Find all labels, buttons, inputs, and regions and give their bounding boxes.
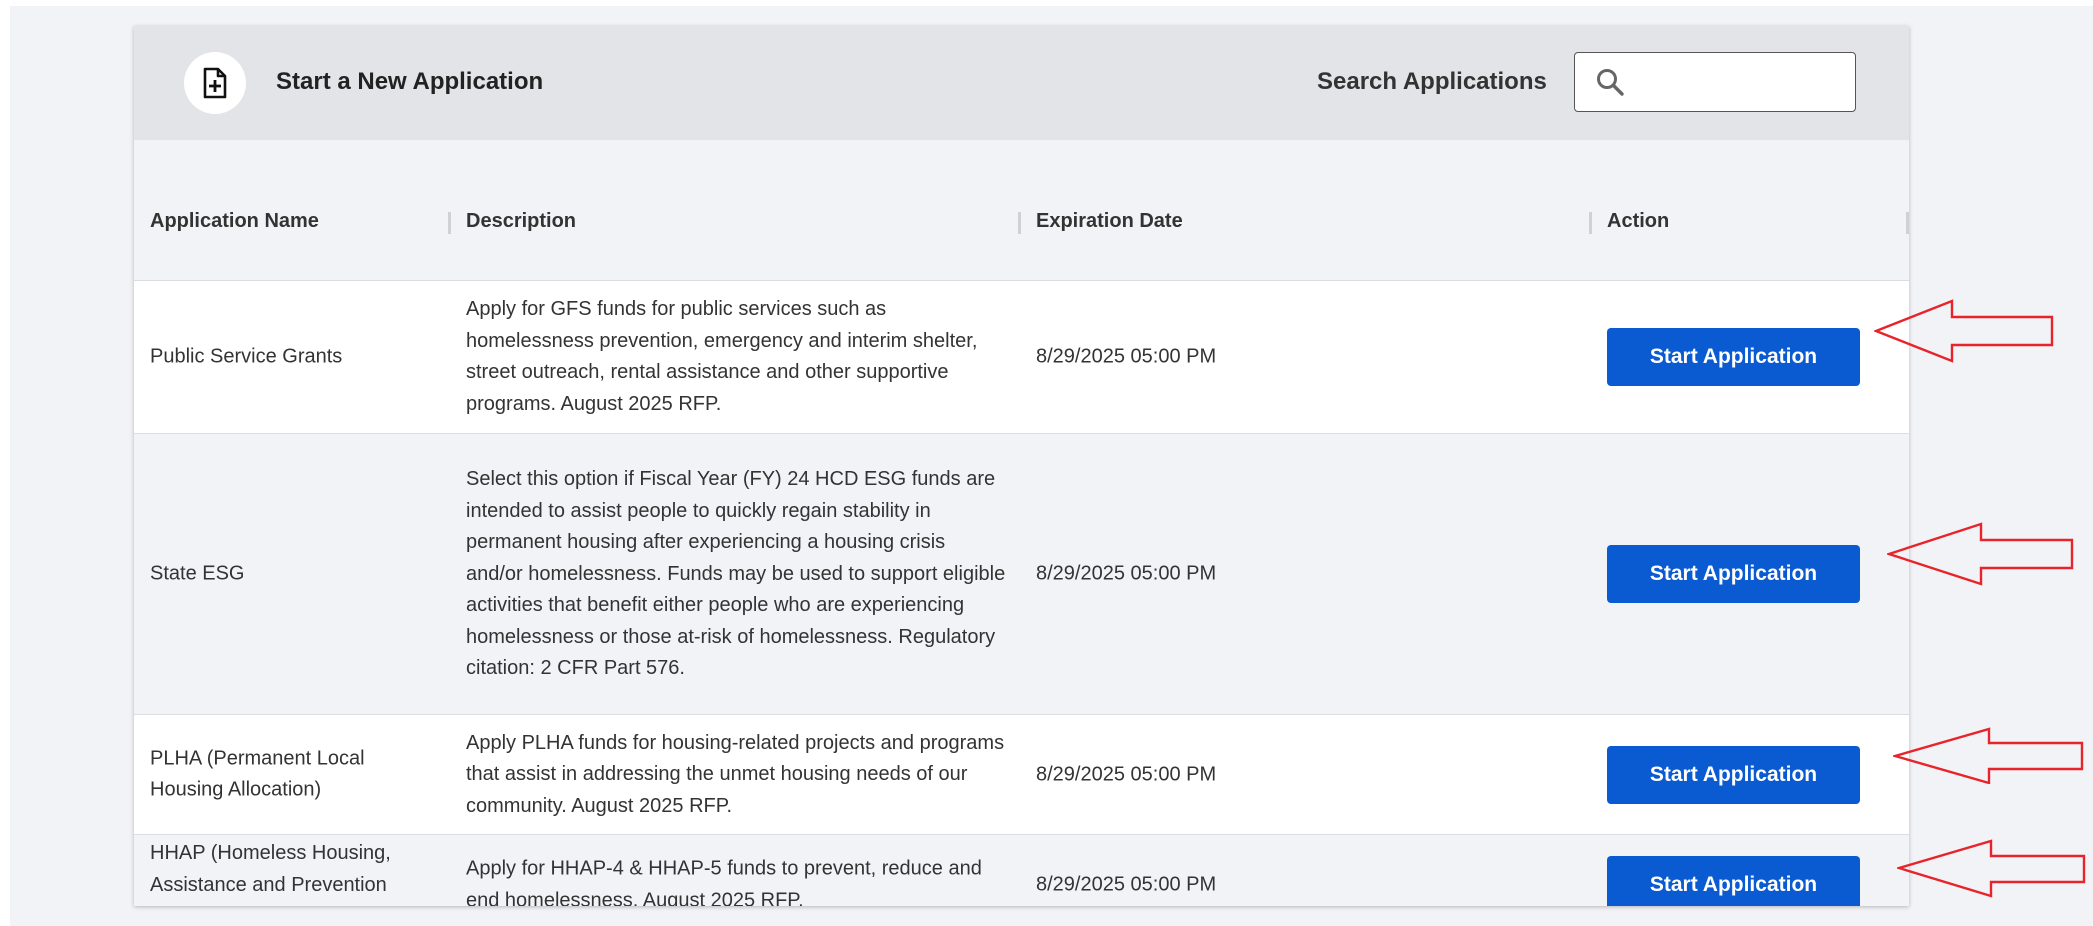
- application-description: Apply PLHA funds for housing-related pro…: [466, 731, 1005, 817]
- search-label: Search Applications: [1317, 68, 1547, 95]
- left-arrow-annotation-icon: [1887, 522, 2074, 586]
- start-application-button[interactable]: Start Application: [1607, 545, 1860, 603]
- left-arrow-annotation-icon: [1893, 727, 2084, 784]
- search-icon: [1597, 69, 1624, 96]
- table-row: State ESG Select this option if Fiscal Y…: [134, 434, 1909, 715]
- column-resize-handle[interactable]: [1589, 212, 1592, 234]
- start-application-button[interactable]: Start Application: [1607, 856, 1860, 906]
- expiration-date: 8/29/2025 05:00 PM: [1036, 562, 1217, 585]
- application-name: PLHA (Permanent Local Housing Allocation…: [150, 747, 365, 801]
- left-arrow-annotation-icon: [1874, 299, 2054, 363]
- expiration-date: 8/29/2025 05:00 PM: [1036, 345, 1217, 368]
- left-arrow-annotation-icon: [1897, 839, 2086, 898]
- table-row: HHAP (Homeless Housing, Assistance and P…: [134, 835, 1909, 906]
- expiration-date: 8/29/2025 05:00 PM: [1036, 873, 1217, 896]
- table-row: Public Service Grants Apply for GFS fund…: [134, 281, 1909, 434]
- application-description: Select this option if Fiscal Year (FY) 2…: [466, 467, 1006, 679]
- table-row: PLHA (Permanent Local Housing Allocation…: [134, 715, 1909, 835]
- application-name: State ESG: [150, 562, 245, 585]
- new-application-icon-badge[interactable]: [184, 52, 246, 114]
- column-header-application-name[interactable]: Application Name: [150, 210, 319, 233]
- column-header-action[interactable]: Action: [1607, 210, 1669, 233]
- search-input[interactable]: [1641, 63, 1845, 103]
- start-application-button[interactable]: Start Application: [1607, 745, 1860, 804]
- column-resize-handle[interactable]: [1906, 212, 1909, 234]
- table-header: Application Name Description Expiration …: [134, 140, 1909, 281]
- file-plus-icon: [203, 67, 227, 99]
- column-resize-handle[interactable]: [448, 212, 451, 234]
- application-description: Apply for HHAP-4 & HHAP-5 funds to preve…: [466, 857, 982, 907]
- search-box[interactable]: [1574, 52, 1856, 112]
- column-header-expiration-date[interactable]: Expiration Date: [1036, 210, 1183, 233]
- column-header-description[interactable]: Description: [466, 210, 576, 233]
- application-description: Apply for GFS funds for public services …: [466, 298, 978, 415]
- applications-card: Start a New Application Search Applicati…: [134, 26, 1909, 906]
- start-application-button[interactable]: Start Application: [1607, 328, 1860, 386]
- column-resize-handle[interactable]: [1018, 212, 1021, 234]
- application-name: Public Service Grants: [150, 345, 343, 368]
- expiration-date: 8/29/2025 05:00 PM: [1036, 762, 1217, 785]
- page-title: Start a New Application: [276, 68, 544, 95]
- card-header: Start a New Application Search Applicati…: [134, 26, 1909, 140]
- application-name: HHAP (Homeless Housing, Assistance and P…: [150, 841, 391, 906]
